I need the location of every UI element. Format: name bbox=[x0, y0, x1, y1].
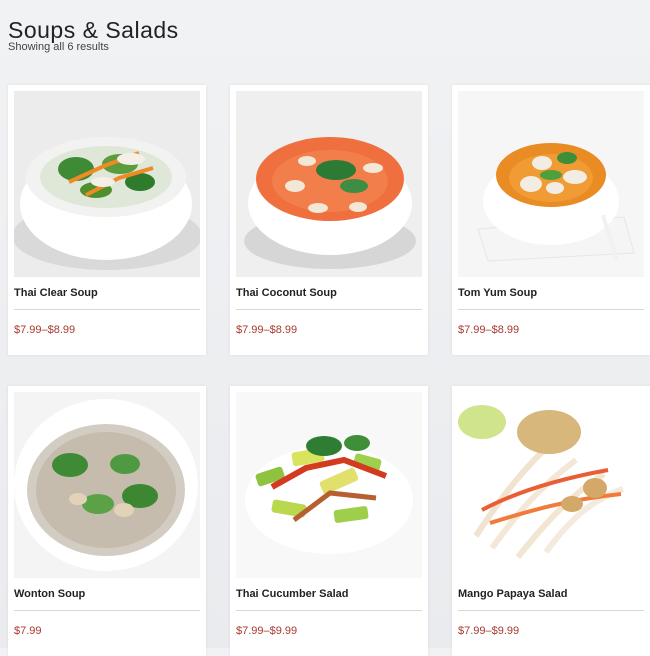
product-card[interactable]: Thai Cucumber Salad $7.99–$9.99 bbox=[230, 386, 428, 656]
product-price: $7.99–$8.99 bbox=[458, 324, 520, 336]
product-image[interactable] bbox=[458, 91, 644, 277]
product-name[interactable]: Thai Cucumber Salad bbox=[236, 588, 348, 600]
divider bbox=[236, 309, 422, 310]
product-image[interactable] bbox=[236, 91, 422, 277]
product-price: $7.99 bbox=[14, 625, 42, 637]
product-price: $7.99–$8.99 bbox=[14, 324, 76, 336]
product-card[interactable]: Mango Papaya Salad $7.99–$9.99 bbox=[452, 386, 650, 656]
product-name[interactable]: Tom Yum Soup bbox=[458, 287, 537, 299]
product-image[interactable] bbox=[14, 392, 200, 578]
product-card[interactable]: Tom Yum Soup $7.99–$8.99 bbox=[452, 85, 650, 355]
divider bbox=[14, 309, 200, 310]
product-name[interactable]: Thai Clear Soup bbox=[14, 287, 98, 299]
product-price: $7.99–$9.99 bbox=[458, 625, 520, 637]
product-image[interactable] bbox=[236, 392, 422, 578]
product-price: $7.99–$8.99 bbox=[236, 324, 298, 336]
product-card[interactable]: Wonton Soup $7.99 bbox=[8, 386, 206, 656]
divider bbox=[458, 610, 644, 611]
product-grid: Thai Clear Soup $7.99–$8.99 Thai Coconut… bbox=[0, 0, 650, 656]
divider bbox=[14, 610, 200, 611]
product-image[interactable] bbox=[14, 91, 200, 277]
product-image[interactable] bbox=[458, 392, 644, 578]
product-name[interactable]: Wonton Soup bbox=[14, 588, 85, 600]
product-price: $7.99–$9.99 bbox=[236, 625, 298, 637]
product-card[interactable]: Thai Clear Soup $7.99–$8.99 bbox=[8, 85, 206, 355]
divider bbox=[458, 309, 644, 310]
product-card[interactable]: Thai Coconut Soup $7.99–$8.99 bbox=[230, 85, 428, 355]
divider bbox=[236, 610, 422, 611]
product-name[interactable]: Mango Papaya Salad bbox=[458, 588, 567, 600]
product-name[interactable]: Thai Coconut Soup bbox=[236, 287, 337, 299]
